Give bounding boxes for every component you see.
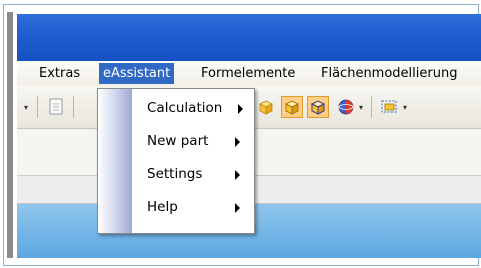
selection-dropdown-caret[interactable]: ▾ [403,103,407,112]
shaded-cube-icon[interactable] [281,96,303,118]
menu-item-label: New part [147,133,209,149]
menu-item-calculation[interactable]: Calculation [132,96,254,122]
menu-item-label: Help [147,199,178,215]
menu-item-label: Settings [147,166,203,182]
menu-eassistant[interactable]: eAssistant [99,63,175,84]
menu-item-new-part[interactable]: New part [132,129,254,155]
submenu-arrow-icon [235,203,240,213]
toolbar-dropdown-caret[interactable]: ▾ [24,103,28,112]
toolbar-separator [371,96,372,118]
submenu-arrow-icon [235,170,240,180]
menu-extras[interactable]: Extras [35,65,84,83]
menu-icon-gutter [98,89,132,233]
menu-formelemente[interactable]: Formelemente [197,65,299,83]
menu-item-help[interactable]: Help [132,195,254,221]
view-selection-icon[interactable] [379,96,401,118]
window-left-border [7,12,13,258]
eassistant-dropdown-menu: Calculation New part Settings Help [97,88,255,234]
submenu-arrow-icon [238,104,243,114]
menu-bar: Extras eAssistant Formelemente Flächenmo… [17,61,481,86]
title-bar[interactable] [17,14,481,61]
sphere-view-icon[interactable] [335,96,357,118]
toolbar-separator [73,96,74,118]
new-document-icon[interactable] [45,96,67,118]
menu-item-settings[interactable]: Settings [132,162,254,188]
yellow-box-icon[interactable] [255,96,277,118]
shaded-edges-cube-icon[interactable] [307,96,329,118]
menu-flaechenmodellierung[interactable]: Flächenmodellierung [317,65,461,83]
view-dropdown-caret[interactable]: ▾ [359,103,363,112]
menu-item-label: Calculation [147,100,223,116]
submenu-arrow-icon [235,137,240,147]
toolbar-separator [37,96,38,118]
